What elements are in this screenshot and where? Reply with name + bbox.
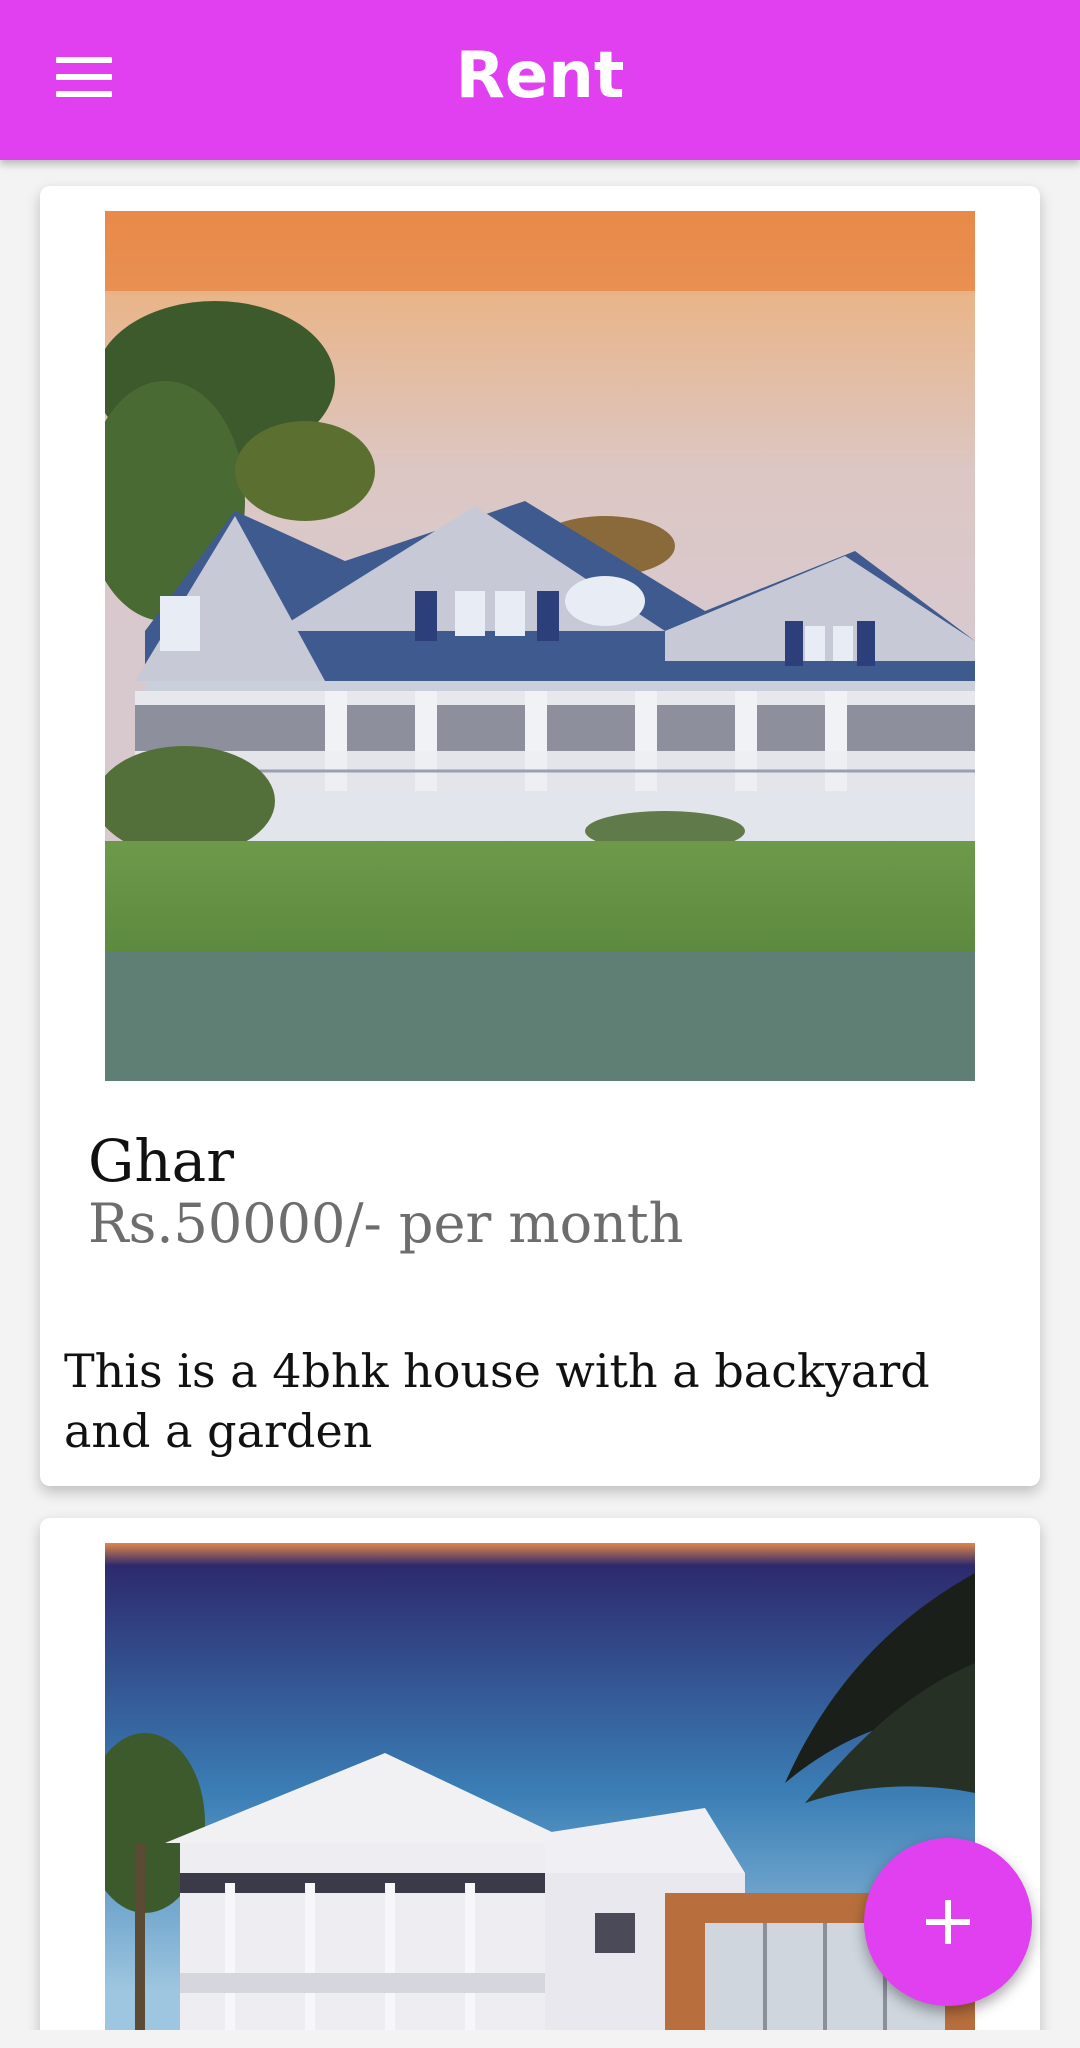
listing-description: This is a 4bhk house with a backyard and… <box>64 1344 930 1458</box>
listing-photo <box>105 1543 975 2030</box>
listing-title: Ghar <box>88 1127 234 1195</box>
page-title: Rent <box>455 39 625 113</box>
app-bar: Rent <box>0 0 1080 160</box>
listing-price: Rs.50000/- per month <box>88 1192 684 1255</box>
listing-list[interactable]: Ghar Rs.50000/- per month This is a 4bhk… <box>0 160 1080 2030</box>
listing-photo <box>105 211 975 1081</box>
add-listing-button[interactable] <box>864 1838 1032 2006</box>
listing-card[interactable]: Ghar Rs.50000/- per month This is a 4bhk… <box>40 186 1040 1486</box>
